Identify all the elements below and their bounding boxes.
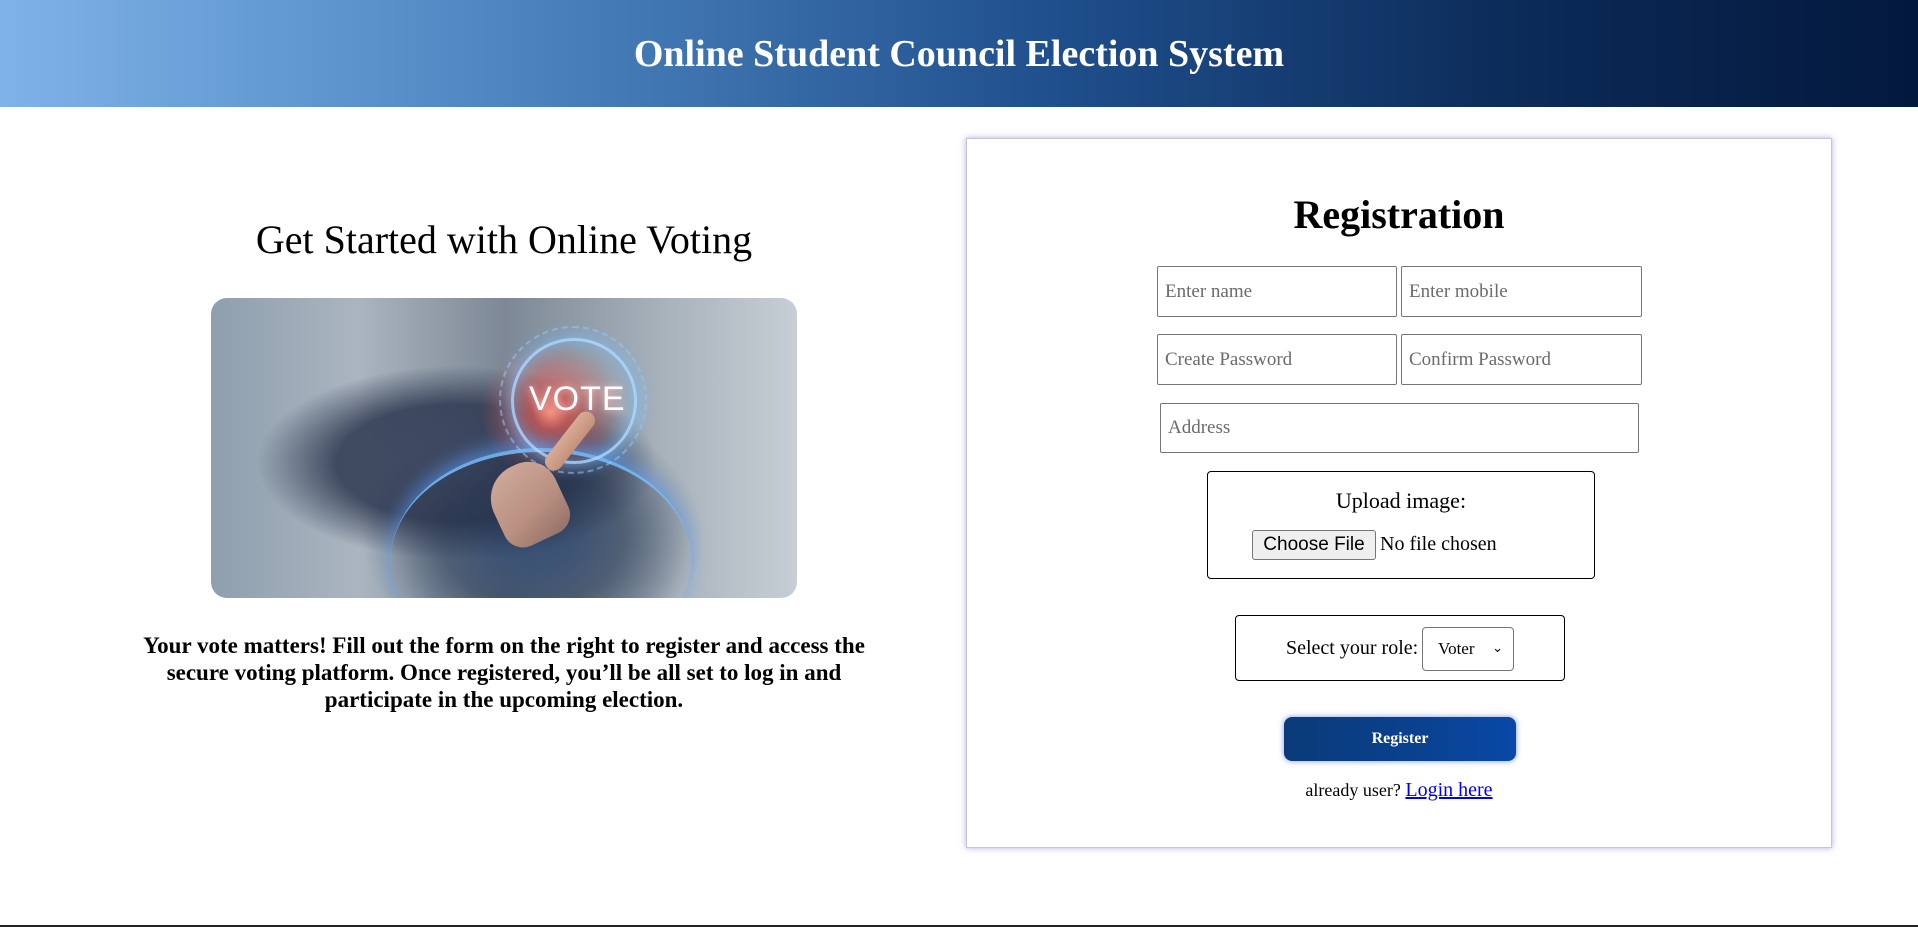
- confirm-password-input[interactable]: [1401, 334, 1642, 385]
- registration-panel: Registration Upload image: Choose File N…: [966, 138, 1832, 848]
- address-input[interactable]: [1160, 403, 1639, 453]
- upload-label: Upload image:: [1335, 488, 1467, 513]
- page-header: Online Student Council Election System: [0, 0, 1918, 107]
- registration-title: Registration: [1293, 192, 1505, 237]
- site-title: Online Student Council Election System: [633, 32, 1285, 75]
- login-link[interactable]: Login here: [1405, 779, 1492, 801]
- login-prompt-line: already user? Login here: [967, 779, 1831, 802]
- choose-file-button[interactable]: Choose File: [1252, 530, 1376, 560]
- create-password-input[interactable]: [1157, 334, 1397, 385]
- intro-heading: Get Started with Online Voting: [255, 217, 753, 262]
- role-select[interactable]: Voter ⌄: [1422, 627, 1514, 671]
- file-status-text: No file chosen: [1380, 533, 1497, 555]
- role-select-box: Select your role: Voter ⌄: [1235, 615, 1565, 681]
- vote-image-text: VOTE: [529, 380, 626, 418]
- vote-hero-image: VOTE: [211, 298, 797, 598]
- name-input[interactable]: [1157, 266, 1397, 317]
- register-button[interactable]: Register: [1284, 717, 1516, 761]
- role-label: Select your role:: [1286, 637, 1419, 659]
- role-selected-value: Voter: [1438, 639, 1475, 658]
- mobile-input[interactable]: [1401, 266, 1642, 317]
- intro-description: Your vote matters! Fill out the form on …: [143, 633, 865, 712]
- login-prompt-text: already user?: [1305, 780, 1401, 800]
- upload-image-box: Upload image: Choose File No file chosen: [1207, 471, 1595, 579]
- chevron-down-icon: ⌄: [1492, 641, 1503, 656]
